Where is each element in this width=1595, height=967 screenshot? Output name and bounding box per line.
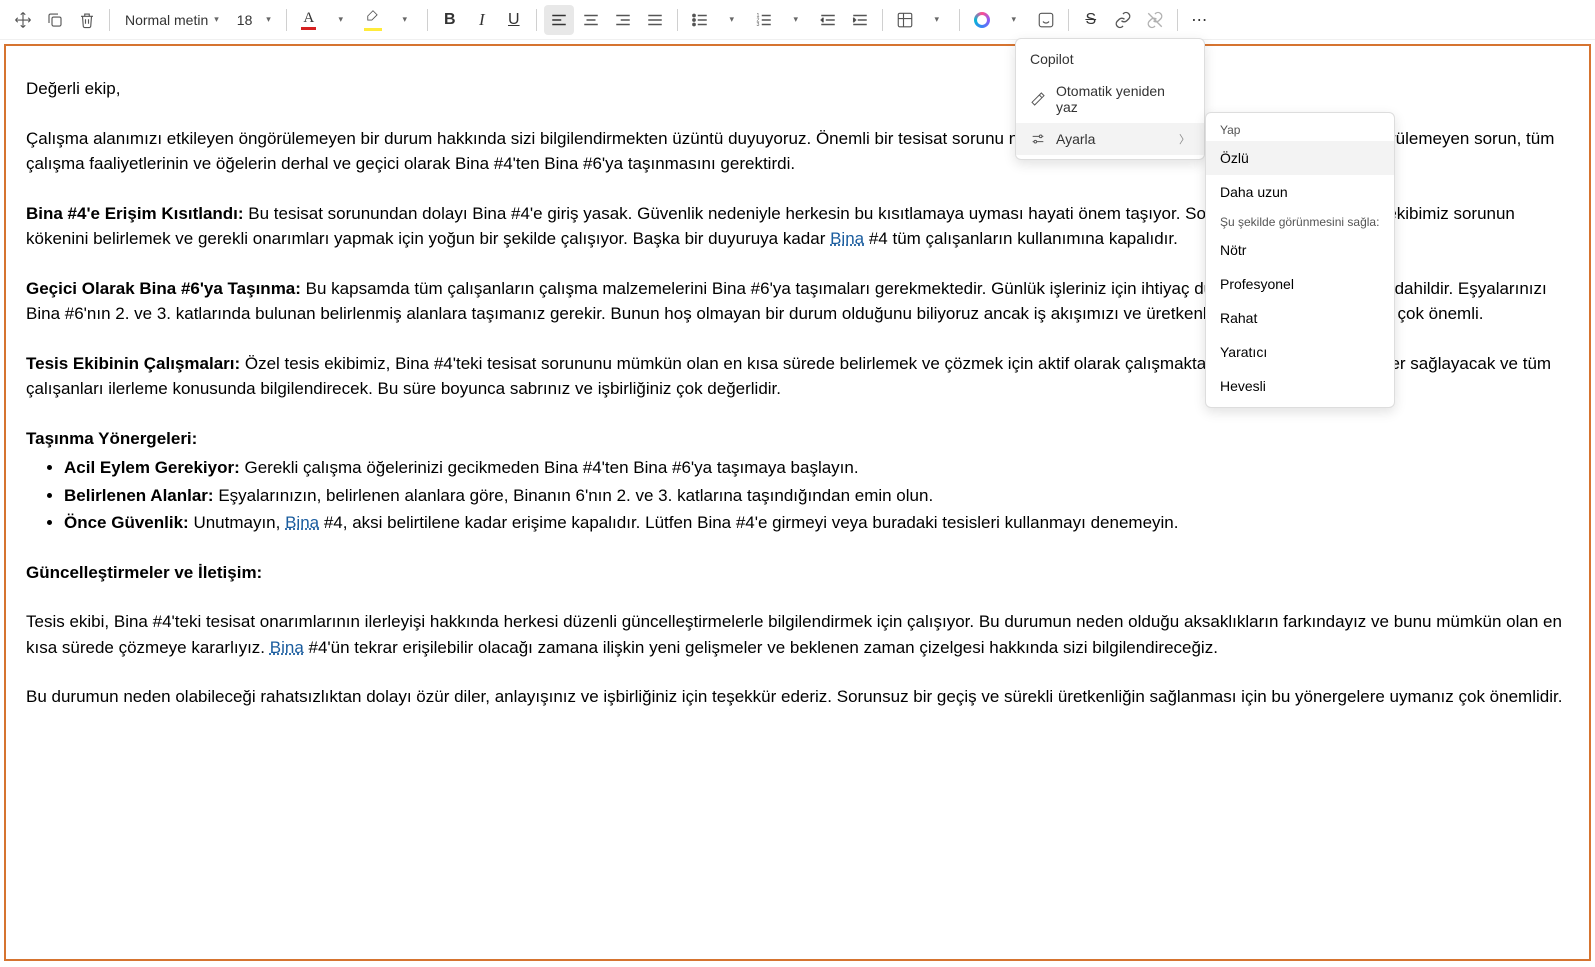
copilot-chevron[interactable]: ▾ [999,5,1029,35]
svg-text:3: 3 [756,22,759,28]
list-item: Belirlenen Alanlar: Eşyalarınızın, belir… [64,483,1569,509]
submenu-longer[interactable]: Daha uzun [1206,175,1394,209]
updates-paragraph: Tesis ekibi, Bina #4'teki tesisat onarım… [26,609,1569,660]
submenu-concise[interactable]: Özlü [1206,141,1394,175]
bullet-list-chevron[interactable]: ▾ [717,5,747,35]
copilot-button[interactable] [967,5,997,35]
delete-icon[interactable] [72,5,102,35]
link-bina[interactable]: Bina [285,513,319,532]
bullet-list-button[interactable] [685,5,715,35]
decrease-indent-button[interactable] [813,5,843,35]
font-color-chevron[interactable]: ▾ [326,5,356,35]
section-updates-header: Güncelleştirmeler ve İletişim: [26,560,1569,586]
list-item: Acil Eylem Gerekiyor: Gerekli çalışma öğ… [64,455,1569,481]
align-center-button[interactable] [576,5,606,35]
number-list-button[interactable]: 123 [749,5,779,35]
font-size-dropdown[interactable]: 18 ▾ [229,5,279,35]
chevron-down-icon: ▾ [266,14,271,25]
closing-paragraph: Bu durumun neden olabileceği rahatsızlık… [26,684,1569,710]
italic-button[interactable]: I [467,5,497,35]
list-item: Önce Güvenlik: Unutmayın, Bina #4, aksi … [64,510,1569,536]
unlink-button[interactable] [1140,5,1170,35]
greeting: Değerli ekip, [26,76,1569,102]
submenu-professional[interactable]: Profesyonel [1206,267,1394,301]
chevron-right-icon: 〉 [1179,131,1190,147]
menu-copilot[interactable]: Copilot [1016,43,1204,75]
link-bina[interactable]: Bina [830,229,864,248]
move-icon[interactable] [8,5,38,35]
submenu-enthusiastic[interactable]: Hevesli [1206,369,1394,403]
submenu-neutral[interactable]: Nötr [1206,233,1394,267]
more-button[interactable]: ⋯ [1185,5,1215,35]
table-button[interactable] [890,5,920,35]
link-bina[interactable]: Bina [270,638,304,657]
font-color-button[interactable]: A [294,5,324,35]
number-list-chevron[interactable]: ▾ [781,5,811,35]
bold-button[interactable]: B [435,5,465,35]
sticker-button[interactable] [1031,5,1061,35]
toolbar: Normal metin ▾ 18 ▾ A ▾ ▾ B I U ▾ 123 ▾ … [0,0,1595,40]
chevron-down-icon: ▾ [214,14,219,25]
submenu-header-tone: Şu şekilde görünmesini sağla: [1206,209,1394,233]
adjust-icon [1030,131,1046,147]
section-guidelines-header: Taşınma Yönergeleri: [26,426,1569,452]
table-chevron[interactable]: ▾ [922,5,952,35]
font-size-value: 18 [237,12,253,28]
menu-rewrite[interactable]: Otomatik yeniden yaz [1016,75,1204,123]
submenu-header-make: Yap [1206,117,1394,141]
increase-indent-button[interactable] [845,5,875,35]
style-label: Normal metin [125,12,208,28]
strikethrough-button[interactable]: S [1076,5,1106,35]
align-left-button[interactable] [544,5,574,35]
copilot-menu: Copilot Otomatik yeniden yaz Ayarla 〉 [1015,38,1205,160]
highlight-chevron[interactable]: ▾ [390,5,420,35]
submenu-casual[interactable]: Rahat [1206,301,1394,335]
align-justify-button[interactable] [640,5,670,35]
submenu-creative[interactable]: Yaratıcı [1206,335,1394,369]
style-dropdown[interactable]: Normal metin ▾ [117,5,227,35]
highlight-button[interactable] [358,5,388,35]
adjust-submenu: Yap Özlü Daha uzun Şu şekilde görünmesin… [1205,112,1395,408]
link-button[interactable] [1108,5,1138,35]
menu-adjust[interactable]: Ayarla 〉 [1016,123,1204,155]
rewrite-icon [1030,91,1046,107]
align-right-button[interactable] [608,5,638,35]
copy-icon[interactable] [40,5,70,35]
underline-button[interactable]: U [499,5,529,35]
guidelines-list: Acil Eylem Gerekiyor: Gerekli çalışma öğ… [26,455,1569,536]
